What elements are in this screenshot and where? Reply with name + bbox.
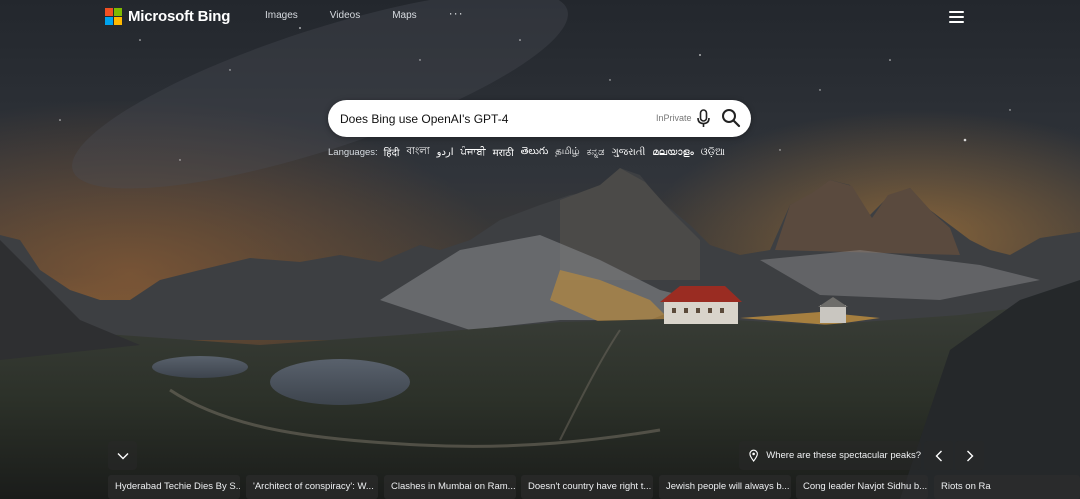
language-links: Languages: हिंदी বাংলা اردو ਪੰਜਾਬੀ मराठी…: [328, 144, 732, 161]
news-item[interactable]: Hyderabad Techie Dies By S...: [108, 475, 240, 499]
language-link[interactable]: বাংলা: [406, 144, 429, 161]
language-link[interactable]: తెలుగు: [521, 145, 549, 159]
nav-more-button[interactable]: ···: [449, 6, 464, 21]
location-pin-icon: [749, 449, 758, 462]
expand-feed-button[interactable]: [108, 441, 137, 470]
nav-maps[interactable]: Maps: [392, 10, 416, 21]
chevron-right-icon: [966, 450, 973, 461]
background-image: [0, 0, 1080, 499]
language-link[interactable]: മലയാളം: [652, 147, 693, 158]
hamburger-menu-icon[interactable]: [949, 11, 964, 23]
language-link[interactable]: हिंदी: [384, 145, 400, 159]
news-item[interactable]: Doesn't country have right t...: [521, 475, 653, 499]
nav-videos[interactable]: Videos: [330, 10, 360, 21]
languages-label: Languages:: [328, 146, 378, 158]
search-box: InPrivate: [328, 100, 751, 137]
image-location-button[interactable]: Where are these spectacular peaks?: [739, 441, 921, 470]
language-link[interactable]: मराठी: [493, 145, 514, 159]
language-link[interactable]: ଓଡ଼ିଆ: [701, 147, 725, 158]
location-question: Where are these spectacular peaks?: [766, 450, 921, 461]
news-item[interactable]: Clashes in Mumbai on Ram...: [384, 475, 516, 499]
language-link[interactable]: ગુજરાતી: [611, 147, 645, 158]
news-item[interactable]: Riots on Ra: [934, 475, 1080, 499]
next-image-button[interactable]: [955, 441, 984, 470]
news-item[interactable]: Cong leader Navjot Sidhu b...: [796, 475, 928, 499]
news-ticker: Hyderabad Techie Dies By S... 'Architect…: [0, 475, 1080, 499]
microsoft-logo-icon: [105, 7, 122, 25]
news-item[interactable]: 'Architect of conspiracy': W...: [246, 475, 378, 499]
search-icon[interactable]: [721, 108, 741, 128]
header: Microsoft Bing Images Videos Maps ···: [0, 0, 1080, 34]
chevron-down-icon: [117, 452, 128, 459]
inprivate-label: InPrivate: [656, 113, 692, 123]
brand-name: Microsoft Bing: [128, 7, 231, 25]
language-link[interactable]: தமிழ்: [555, 146, 579, 158]
news-item[interactable]: Jewish people will always b...: [659, 475, 791, 499]
language-link[interactable]: اردو: [437, 147, 454, 158]
search-input[interactable]: [340, 110, 640, 128]
nav-images[interactable]: Images: [265, 10, 298, 21]
language-link[interactable]: ਪੰਜਾਬੀ: [461, 147, 486, 158]
microphone-icon[interactable]: [697, 109, 710, 128]
chevron-left-icon: [935, 450, 942, 461]
previous-image-button[interactable]: [924, 441, 953, 470]
top-nav: Images Videos Maps ···: [265, 6, 496, 21]
language-link[interactable]: ಕನ್ನಡ: [587, 147, 605, 158]
bing-logo-link[interactable]: Microsoft Bing: [105, 7, 230, 25]
